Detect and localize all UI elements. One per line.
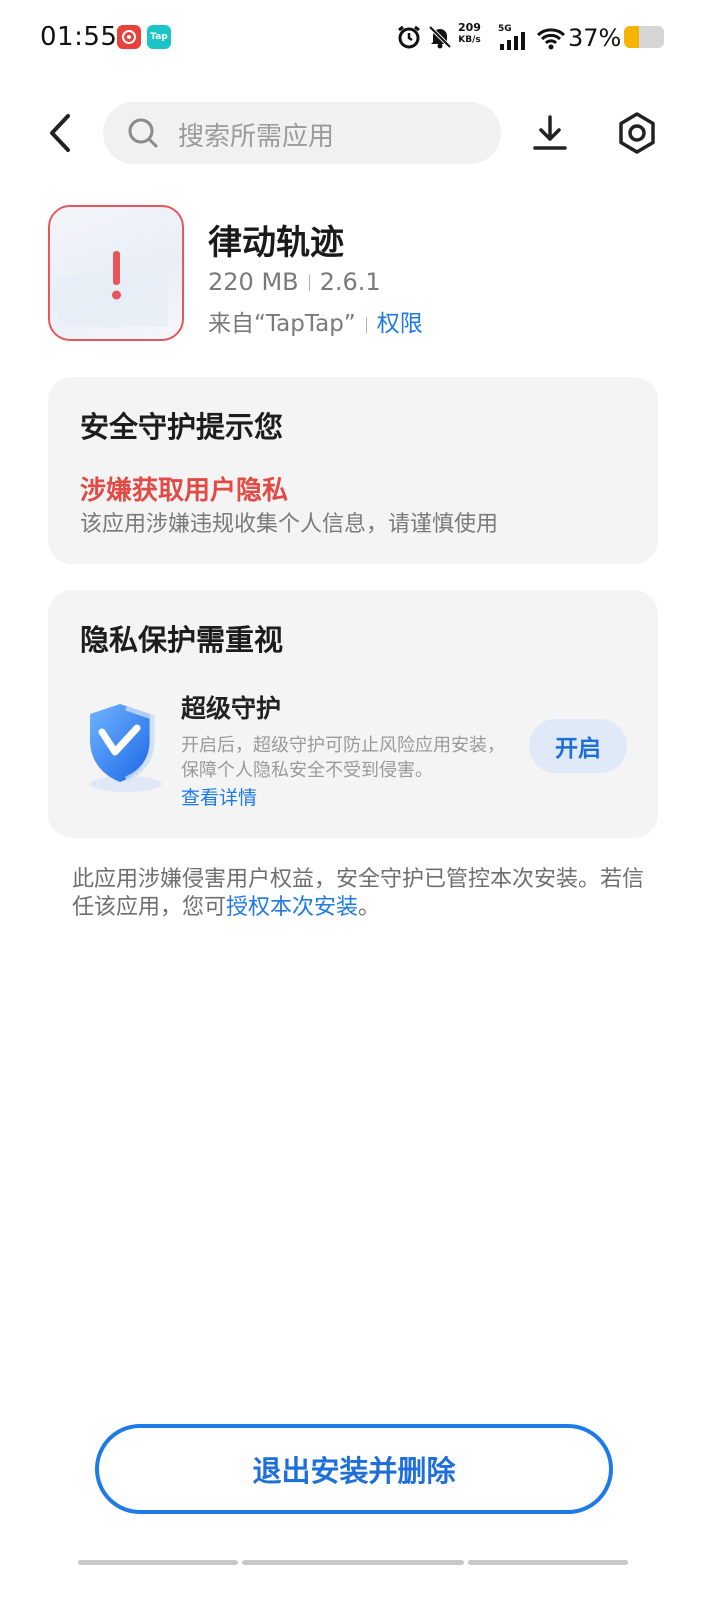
- app-size: 220 MB: [208, 268, 299, 296]
- notice-end: 。: [358, 895, 381, 920]
- app-source: 来自“TapTap”: [208, 311, 356, 337]
- warning-exclamation-icon: [58, 251, 168, 327]
- alarm-icon: [396, 24, 422, 54]
- bell-muted-icon: [427, 24, 453, 54]
- app-name: 律动轨迹: [208, 223, 344, 263]
- warning-title: 涉嫌获取用户隐私: [80, 476, 289, 506]
- signal-icon: [500, 32, 528, 54]
- nav-bar-segment-left[interactable]: [78, 1560, 238, 1565]
- nav-bar-segment-right[interactable]: [468, 1560, 628, 1565]
- wifi-icon: [536, 26, 566, 54]
- enable-button[interactable]: 开启: [529, 719, 627, 773]
- warning-description: 该应用涉嫌违规收集个人信息，请谨慎使用: [80, 512, 499, 537]
- security-card-title: 安全守护提示您: [80, 410, 284, 444]
- app-version: 2.6.1: [319, 268, 381, 296]
- view-details-link[interactable]: 查看详情: [181, 783, 257, 810]
- super-protection-description: 开启后，超级守护可防止风险应用安装，保障个人隐私安全不受到侵害。: [181, 735, 505, 781]
- install-notice: 此应用涉嫌侵害用户权益，安全守护已管控本次安装。若信任该应用，您可授权本次安装。: [72, 866, 652, 922]
- settings-button[interactable]: [615, 110, 659, 156]
- app-source-line: 来自“TapTap” 权限: [208, 304, 423, 338]
- network-speed: 209 KB/s: [458, 21, 481, 46]
- search-icon: [126, 116, 160, 154]
- gear-icon: [619, 112, 655, 154]
- privacy-card-title: 隐私保护需重视: [80, 623, 284, 657]
- download-icon: [533, 115, 567, 150]
- app-icon: [48, 205, 184, 341]
- permissions-link[interactable]: 权限: [377, 311, 423, 337]
- authorize-install-link[interactable]: 授权本次安装: [226, 895, 358, 920]
- battery-icon: [624, 26, 664, 48]
- super-protection-title: 超级守护: [181, 694, 282, 723]
- download-button[interactable]: [530, 113, 570, 153]
- battery-percent: 37%: [568, 24, 622, 52]
- nav-bar-segment-center[interactable]: [242, 1560, 464, 1565]
- status-time: 01:55: [40, 22, 118, 52]
- taptap-icon: Tap: [147, 25, 171, 49]
- netease-music-icon: [117, 25, 141, 49]
- shield-icon: [78, 696, 168, 800]
- search-placeholder[interactable]: 搜索所需应用: [178, 116, 334, 153]
- exit-and-delete-button[interactable]: 退出安装并删除: [95, 1424, 613, 1514]
- app-meta: 220 MB 2.6.1: [208, 268, 381, 296]
- back-button[interactable]: [42, 112, 82, 154]
